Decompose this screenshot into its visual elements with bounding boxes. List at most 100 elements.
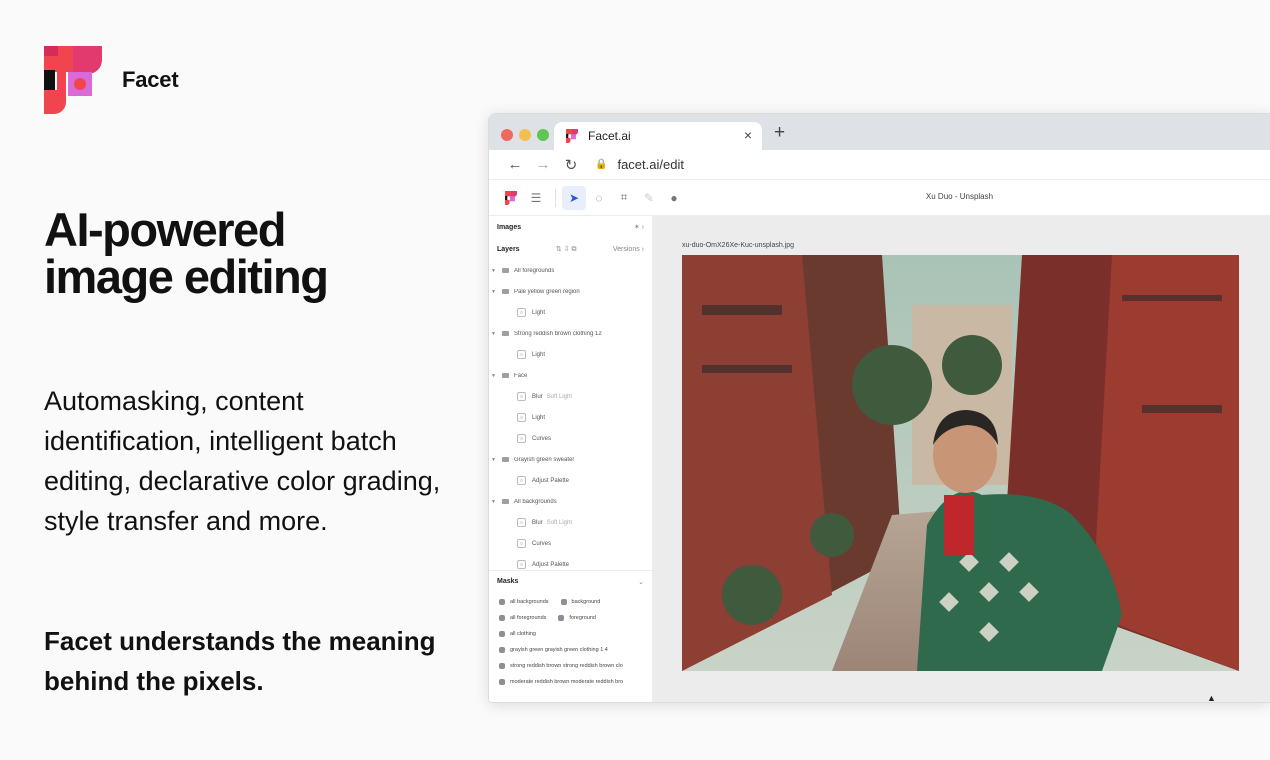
facet-logo-icon [44,46,102,114]
layer-group-label: All foregrounds [514,267,555,274]
adjustment-layer[interactable]: ○ Light [489,407,652,428]
back-icon[interactable]: ← [501,156,529,173]
caret-down-icon[interactable]: ▼ [491,373,497,379]
versions-link[interactable]: Versions › [613,246,644,253]
mask-icon [558,615,565,621]
adjustment-layer[interactable]: ○ Curves [489,533,652,554]
layer-group-label: All backgrounds [514,498,557,505]
chevron-down-icon[interactable]: ⌄ [638,578,644,586]
layers-header: Layers ⇅ ⇩ ⧉ Versions › [489,238,652,260]
mask-icon [499,631,505,637]
adjustment-icon: ○ [517,518,526,527]
mask-row: all foregrounds foreground [489,610,652,626]
mask-row: strong reddish brown strong reddish brow… [489,658,652,674]
crop-icon[interactable]: ⌗ [612,186,636,210]
adjustment-label: Light [532,309,546,316]
mask-item[interactable]: foreground [558,615,596,621]
mask-item[interactable]: all clothing [499,631,536,637]
image-filename: xu-duo-OmX26Xe-Kuc-unsplash.jpg [682,242,795,249]
url-field[interactable]: 🔒 facet.ai/edit [595,157,684,172]
browser-tab[interactable]: Facet.ai × [554,122,762,150]
caret-down-icon[interactable]: ▼ [491,268,497,274]
pointer-icon[interactable]: ➤ [562,185,586,210]
editor-sidebar: Images ✶ › Layers ⇅ ⇩ ⧉ Versions › ▼ All … [489,216,653,702]
blend-mode-label: Soft Light [546,519,573,526]
lasso-icon[interactable]: ◌ [587,186,611,210]
close-window-button[interactable] [501,129,513,141]
lock-icon: 🔒 [595,159,608,170]
maximize-window-button[interactable] [537,129,549,141]
mask-item[interactable]: grayish green grayish green clothing 1 4 [499,647,608,653]
mask-row: all backgrounds background [489,594,652,610]
browser-window: Facet.ai × + ← → ↻ 🔒 facet.ai/edit ☰ ➤ ◌… [488,113,1270,703]
facet-logo-icon[interactable] [499,186,523,210]
hero-body: Automasking, content identification, int… [44,386,441,536]
mask-label: all foregrounds [510,615,547,621]
brush-icon[interactable]: ✎ [637,186,661,210]
layer-group[interactable]: ▼ Pale yellow green region [489,281,652,302]
mask-item[interactable]: strong reddish brown strong reddish brow… [499,663,623,669]
mask-row: moderate reddish brown moderate reddish … [489,674,652,690]
mask-item[interactable]: all backgrounds [499,599,549,605]
adjustment-layer[interactable]: ○ Blur Soft Light [489,386,652,407]
adjustment-icon: ○ [517,539,526,548]
images-label: Images [497,223,522,231]
comment-icon[interactable]: ● [662,186,686,210]
adjustment-layer[interactable]: ○ Blur Soft Light [489,512,652,533]
menu-icon[interactable]: ☰ [524,186,548,210]
tab-close-icon[interactable]: × [744,127,752,143]
masks-header[interactable]: Masks ⌄ [489,570,652,592]
layers-list: ▼ All foregrounds ▼ Pale yellow green regio… [489,260,652,570]
mask-row: all clothing [489,626,652,642]
layers-label: Layers [497,245,520,253]
mouse-cursor-icon: ▲ [1207,693,1216,703]
layer-group[interactable]: ▼ Grayish green sweater [489,449,652,470]
mask-item[interactable]: background [560,599,600,605]
folder-icon [502,331,509,336]
mask-icon [499,599,505,605]
adjustment-layer[interactable]: ○ Light [489,344,652,365]
mask-icon [499,679,505,685]
adjustment-label: Blur [532,393,543,400]
adjustment-label: Curves [532,435,552,442]
caret-down-icon[interactable]: ▼ [491,289,497,295]
layer-group[interactable]: ▼ Strong reddish brown clothing 12 [489,323,652,344]
images-expand-icon[interactable]: ✶ › [634,223,644,231]
caret-down-icon[interactable]: ▼ [491,499,497,505]
minimize-window-button[interactable] [519,129,531,141]
adjustment-label: Blur [532,519,543,526]
mask-label: foreground [569,615,596,621]
adjustment-layer[interactable]: ○ Light [489,302,652,323]
folder-icon [502,457,509,462]
layer-group-label: Face [514,372,528,379]
mask-item[interactable]: moderate reddish brown moderate reddish … [499,679,623,685]
new-tab-button[interactable]: + [774,122,785,144]
adjustment-layer[interactable]: ○ Adjust Palette [489,554,652,570]
caret-down-icon[interactable]: ▼ [491,457,497,463]
adjustment-icon: ○ [517,413,526,422]
caret-down-icon[interactable]: ▼ [491,331,497,337]
layer-group[interactable]: ▼ Face [489,365,652,386]
masks-label: Masks [497,578,519,585]
images-header[interactable]: Images ✶ › [489,216,652,238]
mask-icon [560,599,567,605]
forward-icon[interactable]: → [529,156,557,173]
facet-favicon-icon [566,129,578,143]
adjustment-label: Light [532,351,546,358]
mask-icon [499,647,505,653]
edited-photo[interactable] [682,255,1239,671]
mask-icon [499,663,505,669]
mask-item[interactable]: all foregrounds [499,615,546,621]
layers-actions-icon[interactable]: ⇅ ⇩ ⧉ [556,245,577,254]
layer-group[interactable]: ▼ All foregrounds [489,260,652,281]
adjustment-label: Adjust Palette [532,477,570,484]
folder-icon [502,268,509,273]
adjustment-layer[interactable]: ○ Curves [489,428,652,449]
mask-label: all clothing [510,631,536,637]
adjustment-icon: ○ [517,350,526,359]
reload-icon[interactable]: ↻ [557,156,585,174]
layer-group[interactable]: ▼ All backgrounds [489,491,652,512]
adjustment-icon: ○ [517,560,526,569]
app-toolbar: ☰ ➤ ◌ ⌗ ✎ ● Xu Duo - Unsplash [489,180,1270,216]
adjustment-layer[interactable]: ○ Adjust Palette [489,470,652,491]
